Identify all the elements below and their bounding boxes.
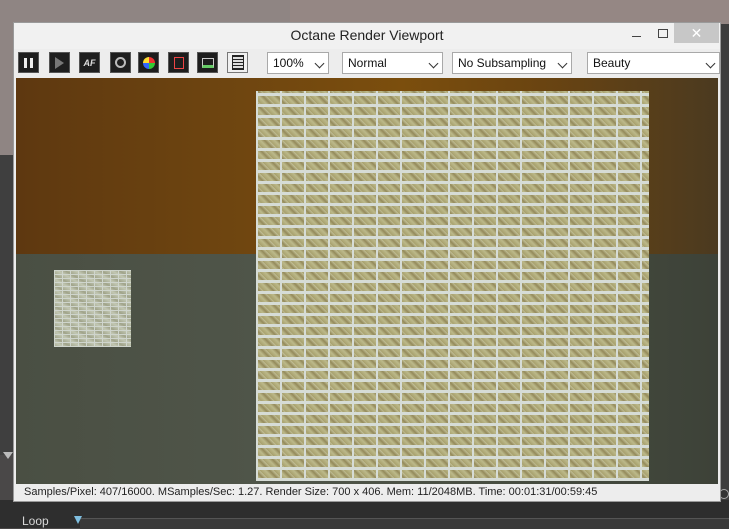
- settings-list-button[interactable]: [227, 52, 248, 73]
- render-pass-value: Beauty: [593, 56, 631, 70]
- title-bar[interactable]: Octane Render Viewport ✕: [14, 23, 720, 49]
- close-icon: ✕: [690, 24, 703, 41]
- window-title: Octane Render Viewport: [290, 27, 444, 43]
- render-region-icon: [173, 56, 184, 69]
- background-left-panel: [0, 155, 14, 455]
- subsampling-value: No Subsampling: [458, 56, 547, 70]
- color-pick-button[interactable]: [138, 52, 159, 73]
- autofocus-button[interactable]: AF: [79, 52, 100, 73]
- zoom-select[interactable]: 100%: [267, 52, 329, 74]
- chevron-down-icon: [705, 58, 716, 69]
- render-mode-select[interactable]: Normal: [342, 52, 443, 74]
- render-region-button[interactable]: [168, 52, 189, 73]
- maximize-button[interactable]: [650, 23, 676, 43]
- collapse-arrow-icon[interactable]: [3, 452, 13, 459]
- background-app-area-top: [290, 0, 729, 24]
- play-button[interactable]: [49, 52, 70, 73]
- minimize-button[interactable]: [623, 23, 649, 43]
- color-pick-icon: [142, 56, 155, 69]
- chevron-down-icon: [557, 58, 568, 69]
- autofocus-icon: AF: [83, 57, 96, 68]
- timeline-playhead-icon[interactable]: [74, 516, 82, 524]
- play-icon: [55, 56, 64, 69]
- settings-list-icon: [231, 55, 244, 70]
- export-icon: [201, 57, 214, 68]
- toolbar: AF 100% Normal No Subsampling Beauty: [14, 49, 720, 77]
- pause-button[interactable]: [18, 52, 39, 73]
- render-viewport-window: Octane Render Viewport ✕ AF 100% Normal …: [13, 22, 721, 502]
- render-mode-value: Normal: [348, 56, 387, 70]
- small-brick-plane: [54, 270, 131, 347]
- loop-label[interactable]: Loop: [22, 514, 49, 528]
- minimize-icon: [631, 35, 641, 37]
- render-viewport[interactable]: [16, 78, 718, 484]
- background-right-panel: [720, 24, 729, 524]
- zoom-value: 100%: [273, 56, 304, 70]
- chevron-down-icon: [314, 58, 325, 69]
- maximize-icon: [658, 28, 668, 38]
- chevron-down-icon: [428, 58, 439, 69]
- film-settings-button[interactable]: [110, 52, 131, 73]
- timeline-track[interactable]: [80, 518, 729, 529]
- render-status-bar: Samples/Pixel: 407/16000. MSamples/Sec: …: [14, 484, 720, 501]
- close-button[interactable]: ✕: [674, 23, 719, 43]
- film-settings-icon: [115, 57, 126, 68]
- subsampling-select[interactable]: No Subsampling: [452, 52, 572, 74]
- large-brick-plane: [256, 91, 649, 481]
- pause-icon: [24, 57, 33, 68]
- export-button[interactable]: [197, 52, 218, 73]
- render-pass-select[interactable]: Beauty: [587, 52, 720, 74]
